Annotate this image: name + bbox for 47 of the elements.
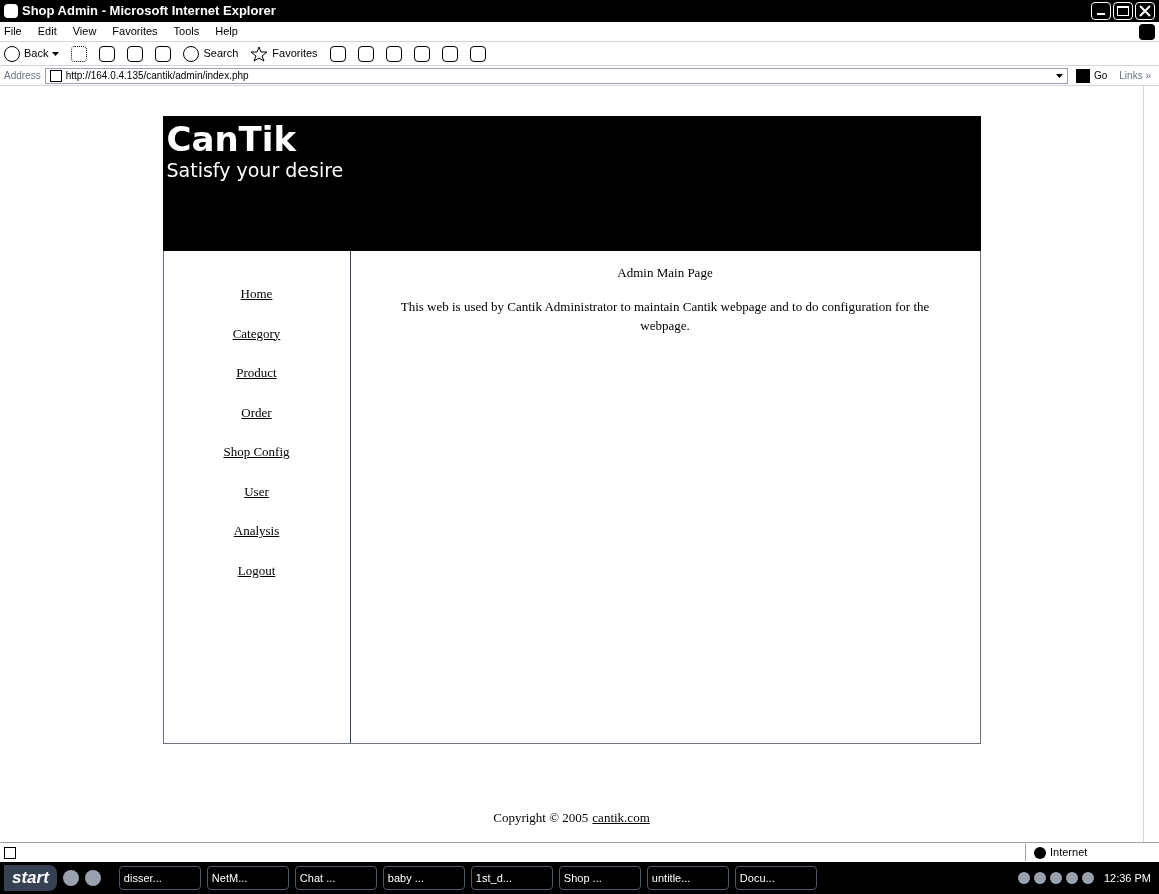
menu-item[interactable]: Tools — [173, 23, 200, 40]
menu-item[interactable]: View — [72, 23, 97, 40]
menu-item[interactable]: Edit — [37, 23, 57, 40]
menu-item[interactable]: Help — [215, 23, 238, 40]
page-icon — [4, 846, 16, 859]
taskbar-button[interactable]: baby ... — [382, 866, 465, 890]
maximize-button[interactable] — [1113, 2, 1133, 20]
nav-link[interactable]: Order — [241, 402, 272, 422]
menu-item[interactable]: Favorites — [112, 23, 158, 40]
start-button[interactable]: start — [4, 865, 57, 891]
nav-link[interactable]: Logout — [237, 560, 276, 580]
address-label: Address — [4, 69, 41, 83]
go-button[interactable]: Go — [1071, 68, 1112, 83]
back-button[interactable]: Back — [4, 45, 60, 62]
caret-icon — [52, 51, 60, 56]
address-field[interactable]: http://164.0.4.135/cantik/admin/index.php — [44, 67, 1068, 84]
tagline: Satisfy your desire — [166, 158, 345, 182]
nav-link[interactable]: Shop Config — [223, 442, 290, 462]
globe-icon — [1034, 846, 1046, 859]
nav-link[interactable]: User — [244, 481, 269, 501]
description: This web is used by Cantik Administrator to maintain Cantik webpage and to do configuration for the webpage. — [400, 297, 930, 335]
window-title: Shop Admin - Microsoft Internet Explorer — [22, 2, 276, 21]
taskbar-button[interactable]: untitle... — [646, 866, 729, 890]
taskbar-button[interactable]: 1st_d... — [470, 866, 553, 890]
zone-label: Internet — [1050, 845, 1088, 861]
close-button[interactable] — [1135, 2, 1155, 20]
taskbar-button[interactable]: Chat ... — [294, 866, 377, 890]
taskbar-button[interactable]: NetM... — [206, 866, 289, 890]
taskbar-button[interactable]: Docu... — [734, 866, 817, 890]
caret-icon[interactable] — [1055, 73, 1063, 78]
logo: CanTik — [166, 120, 298, 158]
page-heading: Admin Main Page — [617, 264, 713, 282]
nav-link[interactable]: Home — [240, 284, 273, 304]
minimize-button[interactable] — [1091, 2, 1111, 20]
taskbar-button[interactable]: disser... — [118, 866, 201, 890]
copyright: Copyright © 2005 — [493, 809, 589, 827]
nav-link[interactable]: Analysis — [233, 521, 280, 541]
footer-link[interactable]: cantik.com — [592, 808, 650, 828]
nav-link[interactable]: Category — [232, 323, 281, 343]
star-icon — [250, 45, 269, 62]
search-button[interactable]: Search — [183, 45, 239, 62]
nav-link[interactable]: Product — [236, 363, 277, 383]
menu-item[interactable]: File — [4, 23, 22, 40]
links-button[interactable]: Links » — [1115, 68, 1155, 83]
clock: 12:36 PM — [1102, 870, 1152, 886]
favorites-button[interactable]: Favorites — [250, 45, 318, 62]
taskbar-button[interactable]: Shop ... — [558, 866, 641, 890]
